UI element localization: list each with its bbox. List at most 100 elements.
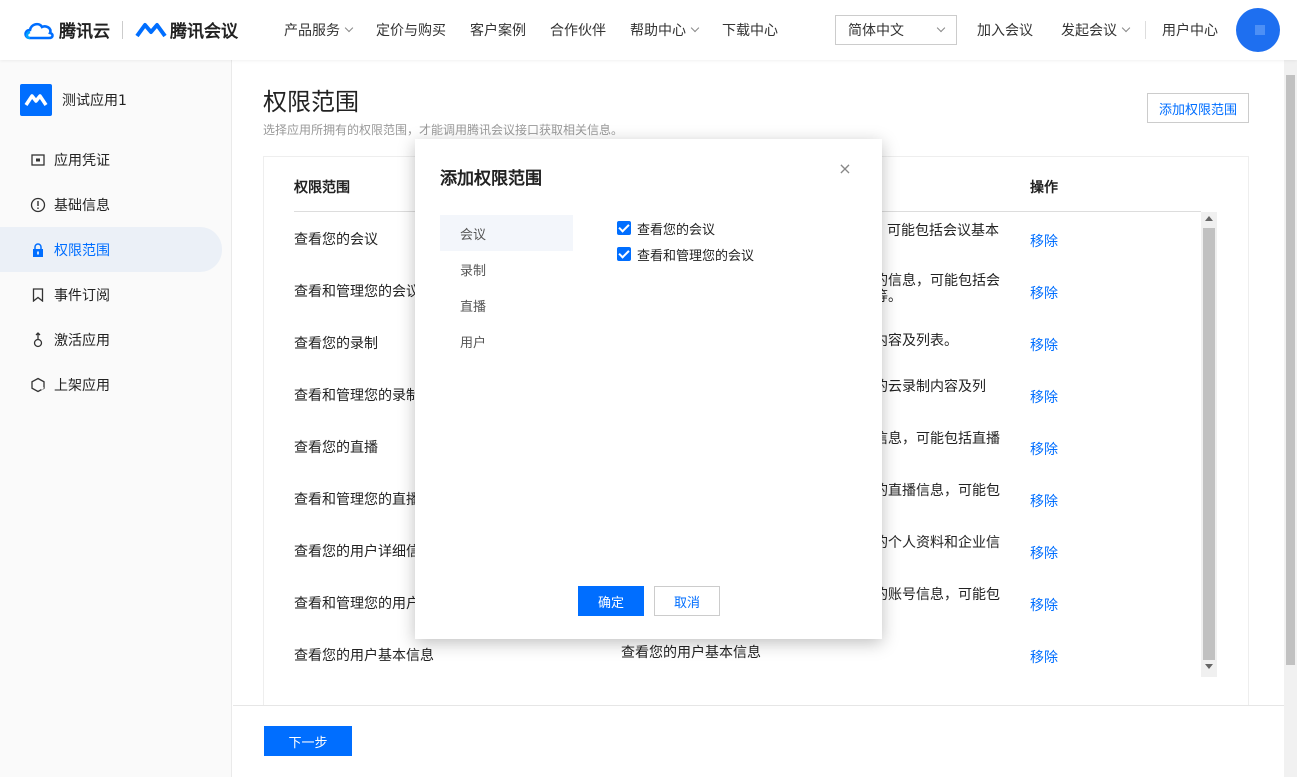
credential-icon (30, 152, 46, 168)
page-title: 权限范围 (263, 88, 359, 116)
bookmark-icon (30, 287, 46, 303)
sidebar-item-permissions[interactable]: 权限范围 (0, 227, 222, 272)
category-item-user[interactable]: 用户 (440, 323, 573, 359)
sidebar-item-label: 应用凭证 (54, 152, 110, 169)
remove-link[interactable]: 移除 (1030, 491, 1058, 511)
nav-products[interactable]: 产品服务 (284, 20, 354, 40)
permission-name: 查看您的用户详细信 (294, 544, 420, 560)
nav-label: 帮助中心 (630, 23, 686, 39)
category-item-recording[interactable]: 录制 (440, 251, 573, 287)
nav-help[interactable]: 帮助中心 (630, 20, 700, 40)
checkbox-checked-icon[interactable] (617, 247, 631, 261)
permission-option-label: 查看和管理您的会议 (637, 248, 755, 264)
permission-desc: 的信息，可能包括会 等。 (874, 273, 1000, 305)
remove-link[interactable]: 移除 (1030, 387, 1058, 407)
checkbox-checked-icon[interactable] (617, 221, 631, 235)
scroll-down-arrow-icon[interactable] (1205, 664, 1213, 669)
join-meeting-link[interactable]: 加入会议 (977, 20, 1033, 40)
next-step-button[interactable]: 下一步 (264, 726, 352, 756)
sidebar-item-activate[interactable]: 激活应用 (0, 317, 232, 362)
nav-partners[interactable]: 合作伙伴 (550, 20, 606, 40)
column-header-scope: 权限范围 (294, 180, 350, 196)
permission-name: 查看您的用户基本信息 (294, 648, 434, 664)
column-header-action: 操作 (1030, 180, 1058, 196)
permission-desc: 查看您的用户基本信息 (621, 645, 761, 661)
confirm-button[interactable]: 确定 (578, 586, 644, 616)
dialog-title: 添加权限范围 (440, 169, 542, 189)
remove-link[interactable]: 移除 (1030, 647, 1058, 667)
remove-link[interactable]: 移除 (1030, 439, 1058, 459)
permission-option[interactable]: 查看您的会议 (617, 215, 754, 241)
main-nav: 产品服务 定价与购买 客户案例 合作伙伴 帮助中心 下载中心 (284, 0, 802, 60)
add-permission-button[interactable]: 添加权限范围 (1147, 93, 1249, 123)
chevron-down-icon (690, 23, 700, 33)
publish-icon (30, 377, 46, 393)
permission-name: 查看和管理您的用户 (294, 596, 420, 612)
remove-link[interactable]: 移除 (1030, 231, 1058, 251)
app-logo-icon (20, 84, 52, 116)
brand-logo[interactable]: 腾讯云 腾讯会议 (22, 17, 238, 42)
scroll-up-arrow-icon[interactable] (1205, 216, 1213, 221)
permission-option-label: 查看您的会议 (637, 222, 716, 238)
user-center-link[interactable]: 用户中心 (1162, 20, 1218, 40)
page-scrollbar-thumb[interactable] (1286, 75, 1295, 665)
sidebar-item-label: 权限范围 (54, 242, 110, 259)
nav-cases[interactable]: 客户案例 (470, 20, 526, 40)
permission-desc: 的账号信息，可能包 (874, 587, 1000, 603)
info-icon (30, 197, 46, 213)
activate-icon (30, 331, 46, 348)
app-name: 测试应用1 (62, 93, 127, 109)
sidebar-item-publish[interactable]: 上架应用 (0, 362, 232, 407)
chevron-down-icon (936, 23, 946, 33)
side-menu: 应用凭证 基础信息 权限范围 事件订阅 激活应用 上架应用 (0, 137, 232, 407)
permission-desc: 的云录制内容及列 (874, 379, 986, 395)
permission-name: 查看您的录制 (294, 336, 378, 352)
footer-bar (233, 705, 1284, 777)
sidebar-item-label: 基础信息 (54, 197, 110, 214)
permission-name: 查看和管理您的录制 (294, 388, 420, 404)
permission-name: 查看和管理您的直播 (294, 492, 420, 508)
avatar[interactable] (1236, 8, 1280, 52)
permission-desc: 信息，可能包括直播 (874, 431, 1000, 447)
close-icon[interactable]: × (838, 161, 852, 177)
tencent-cloud-logo-icon (24, 22, 54, 39)
category-item-live[interactable]: 直播 (440, 287, 573, 323)
lock-icon (30, 242, 46, 258)
add-permission-dialog: 添加权限范围 × 会议 录制 直播 用户 查看您的会议 查看和管理您的会议 确定… (415, 139, 882, 639)
remove-link[interactable]: 移除 (1030, 595, 1058, 615)
start-meeting-menu[interactable]: 发起会议 (1061, 20, 1131, 40)
remove-link[interactable]: 移除 (1030, 543, 1058, 563)
permission-option[interactable]: 查看和管理您的会议 (617, 241, 754, 267)
permission-name: 查看您的会议 (294, 232, 378, 248)
cancel-button[interactable]: 取消 (654, 586, 720, 616)
page-subtitle: 选择应用所拥有的权限范围，才能调用腾讯会议接口获取相关信息。 (263, 123, 624, 137)
chevron-down-icon (344, 23, 354, 33)
remove-link[interactable]: 移除 (1030, 283, 1058, 303)
nav-pricing[interactable]: 定价与购买 (376, 20, 446, 40)
sidebar-item-credentials[interactable]: 应用凭证 (0, 137, 232, 182)
tencent-meeting-logo-icon (135, 22, 167, 37)
nav-label: 产品服务 (284, 23, 340, 39)
brand-meeting-name: 腾讯会议 (170, 22, 238, 42)
chevron-down-icon (1121, 23, 1131, 33)
sidebar-item-events[interactable]: 事件订阅 (0, 272, 232, 317)
permission-desc: 内容及列表。 (874, 333, 958, 349)
avatar-image (1255, 25, 1265, 35)
sidebar-item-basic-info[interactable]: 基础信息 (0, 182, 232, 227)
nav-download[interactable]: 下载中心 (722, 20, 778, 40)
language-value: 简体中文 (848, 23, 904, 39)
app-header: 测试应用1 (20, 84, 127, 116)
language-select[interactable]: 简体中文 (835, 15, 957, 45)
permission-name: 查看您的直播 (294, 440, 378, 456)
category-item-meeting[interactable]: 会议 (440, 215, 573, 251)
table-row: 查看您的用户基本信息 查看您的用户基本信息 移除 (294, 635, 1201, 687)
permission-desc: 的个人资料和企业信 (874, 535, 1000, 551)
permission-checkbox-list: 查看您的会议 查看和管理您的会议 (617, 215, 754, 267)
category-list: 会议 录制 直播 用户 (440, 215, 573, 359)
top-navbar: 腾讯云 腾讯会议 产品服务 定价与购买 客户案例 合作伙伴 帮助中心 下载中心 … (0, 0, 1297, 60)
remove-link[interactable]: 移除 (1030, 335, 1058, 355)
permission-name: 查看和管理您的会议 (294, 284, 420, 300)
brand-separator (122, 20, 123, 39)
sidebar-item-label: 事件订阅 (54, 287, 110, 304)
table-scrollbar-thumb[interactable] (1203, 228, 1215, 660)
